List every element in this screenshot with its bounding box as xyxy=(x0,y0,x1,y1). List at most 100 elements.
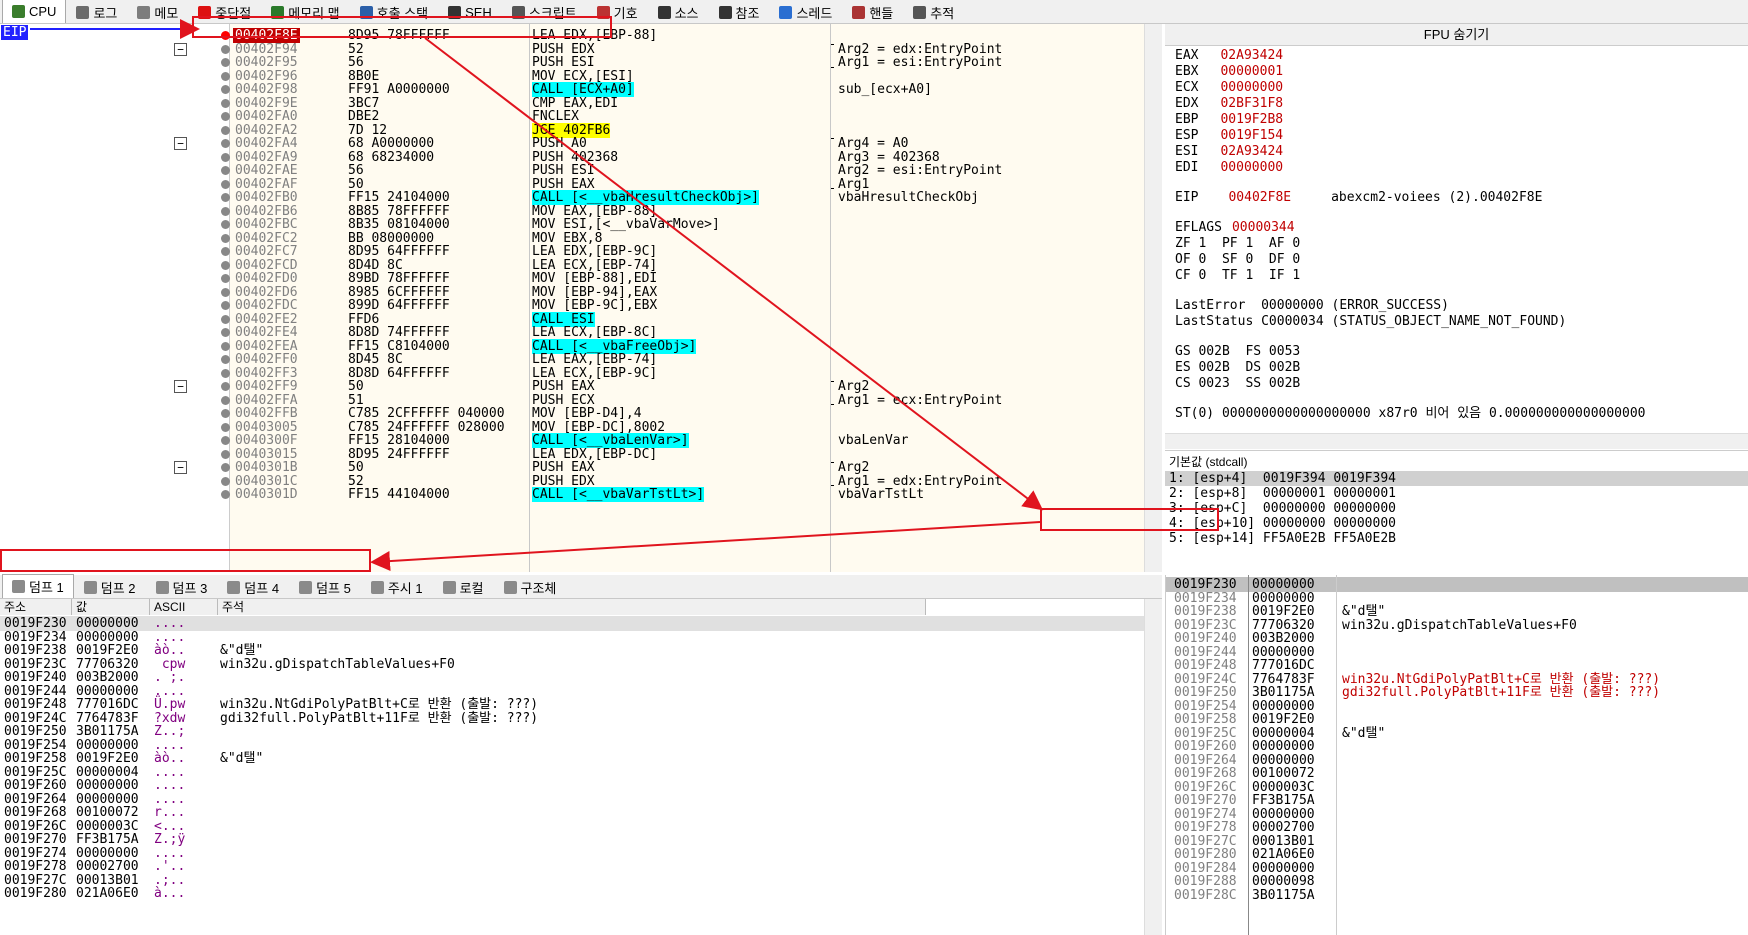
instruction-dot-icon[interactable] xyxy=(221,382,230,391)
instruction-dot-icon[interactable] xyxy=(221,422,230,432)
disasm-instruction: CALL [<__vbaVarTstLt>] xyxy=(532,487,705,502)
tab-cpu[interactable]: CPU xyxy=(2,0,67,23)
stack-arg-row[interactable]: 2: [esp+8] 00000001 00000001 xyxy=(1165,486,1748,501)
register-esi[interactable]: ESI 02A93424 xyxy=(1175,144,1283,160)
dump-ascii: à... xyxy=(154,886,186,901)
tab-source[interactable]: 소스 xyxy=(648,1,709,23)
disassembly-view[interactable]: EIP − − − − 00402F8E 8D95 78FFFFFF LEA EDX,[E… xyxy=(0,24,1162,572)
dump-view[interactable]: 주소 값 ASCII 주석 0019F230 00000000.... 0019F234 0… xyxy=(0,599,1162,935)
hide-fpu-button[interactable]: FPU 숨기기 xyxy=(1165,24,1748,46)
instruction-dot-icon[interactable] xyxy=(221,179,230,189)
instruction-dot-icon[interactable] xyxy=(221,395,230,405)
collapse-toggle-icon[interactable]: − xyxy=(174,461,187,474)
dump-scrollbar[interactable] xyxy=(1144,599,1162,935)
instruction-dot-icon[interactable] xyxy=(221,112,230,121)
stack-arg-row[interactable]: 4: [esp+10] 00000000 00000000 xyxy=(1165,516,1748,531)
instruction-dot-icon[interactable] xyxy=(221,152,230,162)
instruction-dot-icon[interactable] xyxy=(221,463,230,472)
flags-line[interactable]: ZF 1 PF 1 AF 0 xyxy=(1175,236,1300,252)
register-value: 00000344 xyxy=(1231,220,1295,235)
collapse-toggle-icon[interactable]: − xyxy=(174,380,187,393)
instruction-dot-icon[interactable] xyxy=(221,220,230,229)
instruction-dot-icon[interactable] xyxy=(221,58,230,67)
register-esp[interactable]: ESP 0019F154 xyxy=(1175,128,1283,144)
instruction-dot-icon[interactable] xyxy=(221,476,230,486)
instruction-dot-icon[interactable] xyxy=(221,490,230,499)
dump-column-header[interactable]: 주석 xyxy=(218,599,926,615)
register-edi[interactable]: EDI 00000000 xyxy=(1175,160,1283,176)
instruction-dot-icon[interactable] xyxy=(221,85,230,94)
instruction-dot-icon[interactable] xyxy=(221,233,230,243)
register-ebp[interactable]: EBP 0019F2B8 xyxy=(1175,112,1283,128)
register-edx[interactable]: EDX 02BF31F8 xyxy=(1175,96,1283,112)
segment-line[interactable]: CS 0023 SS 002B xyxy=(1175,376,1300,392)
instruction-dot-icon[interactable] xyxy=(221,71,230,81)
register-eflags[interactable]: EFLAGS 00000344 xyxy=(1175,220,1295,236)
register-ecx[interactable]: ECX 00000000 xyxy=(1175,80,1283,96)
registers-hscrollbar[interactable] xyxy=(1165,433,1748,449)
register-value: 00000000 xyxy=(1220,160,1284,175)
instruction-dot-icon[interactable] xyxy=(221,166,230,175)
register-eax[interactable]: EAX 02A93424 xyxy=(1175,48,1283,64)
stack-row[interactable]: 0019F28C 3B01175A xyxy=(1166,888,1748,903)
register-name: EAX xyxy=(1175,48,1199,63)
dump-column-header[interactable]: 값 xyxy=(72,599,150,615)
tab-references[interactable]: 참조 xyxy=(709,1,770,23)
instruction-dot-icon[interactable] xyxy=(221,328,230,337)
stack-arg-row[interactable]: 3: [esp+C] 00000000 00000000 xyxy=(1165,501,1748,516)
dump-column-header[interactable]: 주소 xyxy=(0,599,72,615)
tab-handles[interactable]: 핸들 xyxy=(842,1,903,23)
tab-dump-1[interactable]: 덤프 2 xyxy=(74,576,146,598)
instruction-dot-icon[interactable] xyxy=(221,274,230,283)
tab-trace[interactable]: 추적 xyxy=(903,1,964,23)
tab-notes[interactable]: 메모 xyxy=(127,1,188,23)
tab-struct-7[interactable]: 구조체 xyxy=(494,576,567,598)
tab-log[interactable]: 로그 xyxy=(66,1,127,23)
instruction-dot-icon[interactable] xyxy=(221,206,230,216)
instruction-dot-icon[interactable] xyxy=(221,449,230,459)
stack-arg-row[interactable]: 5: [esp+14] FF5A0E2B FF5A0E2B xyxy=(1165,531,1748,546)
segment-line[interactable]: ES 002B DS 002B xyxy=(1175,360,1300,376)
instruction-dot-icon[interactable] xyxy=(221,341,230,351)
instruction-dot-icon[interactable] xyxy=(221,314,230,324)
tab-watch-5[interactable]: 주시 1 xyxy=(361,576,433,598)
instruction-dot-icon[interactable] xyxy=(221,260,230,270)
instruction-dot-icon[interactable] xyxy=(221,368,230,378)
tab-dump-2[interactable]: 덤프 3 xyxy=(146,576,218,598)
instruction-dot-icon[interactable] xyxy=(221,301,230,310)
dump-column-header[interactable]: ASCII xyxy=(150,599,218,615)
instruction-dot-icon[interactable] xyxy=(221,247,230,256)
flags-line[interactable]: OF 0 SF 0 DF 0 xyxy=(1175,252,1300,268)
instruction-dot-icon[interactable] xyxy=(221,436,230,445)
instruction-dot-icon[interactable] xyxy=(221,125,230,135)
segment-line[interactable]: GS 002B FS 0053 xyxy=(1175,344,1300,360)
tab-locals-6[interactable]: 로컬 xyxy=(433,576,494,598)
register-ebx[interactable]: EBX 00000001 xyxy=(1175,64,1283,80)
disasm-address: 0040301D xyxy=(235,487,298,502)
tab-label: 기호 xyxy=(613,6,638,21)
stack-view[interactable]: 0019F230 00000000 0019F234 00000000 0019F238… xyxy=(1165,575,1748,935)
instruction-dot-icon[interactable] xyxy=(221,409,230,418)
instruction-dot-icon[interactable] xyxy=(221,193,230,202)
stack-arg-row[interactable]: 1: [esp+4] 0019F394 0019F394 xyxy=(1165,471,1748,486)
call-convention-label[interactable]: 기본값 (stdcall) xyxy=(1165,451,1748,470)
tab-dump-4[interactable]: 덤프 5 xyxy=(289,576,361,598)
tab-threads[interactable]: 스레드 xyxy=(769,1,842,23)
cpu-icon xyxy=(12,5,25,18)
tab-dump-3[interactable]: 덤프 4 xyxy=(217,576,289,598)
register-value: 00000001 xyxy=(1220,64,1284,79)
dump-row[interactable]: 0019F280 021A06E0 à... xyxy=(0,886,1144,901)
disassembly-scrollbar[interactable] xyxy=(1144,24,1162,572)
disasm-row[interactable]: 0040301D FF15 44104000 CALL [<__vbaVarTstL… xyxy=(230,487,1144,502)
register-eip[interactable]: EIP 00402F8E abexcm2-voiees (2).00402F8E xyxy=(1175,190,1542,206)
collapse-toggle-icon[interactable]: − xyxy=(174,137,187,150)
instruction-dot-icon[interactable] xyxy=(221,98,230,108)
instruction-dot-icon[interactable] xyxy=(221,139,230,148)
collapse-toggle-icon[interactable]: − xyxy=(174,42,187,56)
flags-line[interactable]: CF 0 TF 1 IF 1 xyxy=(1175,268,1300,284)
instruction-dot-icon[interactable] xyxy=(221,287,230,297)
register-value: 02BF31F8 xyxy=(1220,96,1284,111)
instruction-dot-icon[interactable] xyxy=(221,44,230,54)
instruction-dot-icon[interactable] xyxy=(221,355,230,364)
tab-dump-0[interactable]: 덤프 1 xyxy=(2,574,74,598)
